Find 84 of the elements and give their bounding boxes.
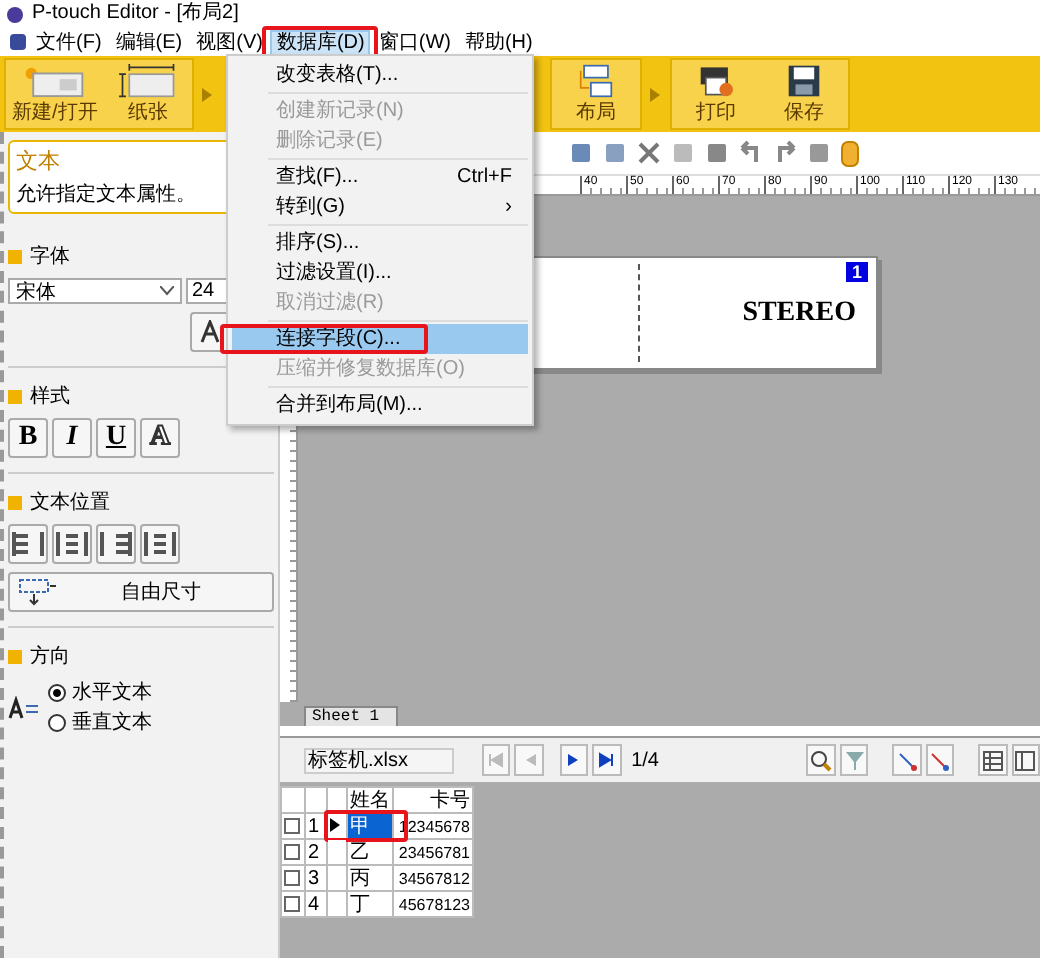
align-icon — [12, 528, 44, 560]
bold-button[interactable]: B — [8, 418, 48, 458]
section-marker-icon — [8, 389, 22, 403]
filter-icon — [843, 749, 866, 771]
section-heading: 样式 — [30, 383, 70, 410]
section-heading: 文本位置 — [30, 489, 110, 516]
object-number-badge: 1 — [845, 262, 868, 282]
outline-button[interactable]: A — [140, 418, 180, 458]
free-size-button[interactable]: 自由尺寸 — [8, 572, 274, 612]
redo-icon[interactable] — [772, 140, 798, 166]
grid-icon — [981, 749, 1004, 771]
row-checkbox[interactable] — [284, 818, 300, 834]
skip-back-icon — [488, 752, 505, 768]
sheet-tab[interactable]: Sheet 1 — [304, 706, 398, 726]
app-logo-icon — [6, 5, 24, 23]
form-view-button[interactable] — [1011, 744, 1040, 776]
file-name-field: 标签机.xlsx — [304, 747, 454, 773]
menu-item[interactable]: 转到(G) › — [232, 192, 528, 222]
skip-forward-icon — [598, 752, 615, 768]
menu-item[interactable]: 查找(F)... Ctrl+F — [232, 162, 528, 192]
menu-item[interactable]: 过滤设置(I)... — [232, 258, 528, 288]
play-icon — [565, 752, 582, 768]
row-checkbox[interactable] — [284, 870, 300, 886]
table-cell: 34567812 — [393, 865, 473, 891]
panel-title: 文本 — [16, 147, 62, 176]
section-marker-icon — [8, 249, 22, 263]
menu-item[interactable]: 编辑(E) — [109, 29, 189, 55]
section-marker-icon — [8, 649, 22, 663]
resize-icon — [18, 578, 58, 606]
sort-icon — [928, 749, 951, 771]
menu-item[interactable]: 合并到布局(M)... — [232, 390, 528, 420]
align-icon — [56, 528, 88, 560]
align-icon — [144, 528, 176, 560]
record-counter: 1/4 — [631, 749, 659, 771]
align-button[interactable] — [52, 524, 92, 564]
menu-item[interactable]: 帮助(H) — [458, 29, 539, 55]
font-select[interactable]: 宋体 — [8, 278, 182, 304]
ribbon-button[interactable]: 打印 — [671, 60, 760, 128]
align-button[interactable] — [8, 524, 48, 564]
underline-button[interactable]: U — [96, 418, 136, 458]
table-cell: 45678123 — [393, 891, 473, 917]
last-record-button[interactable] — [592, 744, 622, 776]
chevron-icon — [160, 286, 174, 296]
italic-button[interactable]: I — [52, 418, 92, 458]
align-button[interactable] — [96, 524, 136, 564]
database-icon[interactable] — [840, 139, 860, 167]
ribbon-button[interactable]: 纸张 — [103, 60, 192, 128]
row-checkbox[interactable] — [284, 844, 300, 860]
text-direction-icon — [8, 695, 40, 719]
ribbon-button[interactable]: 保存 — [759, 60, 848, 128]
ribbon-button[interactable]: 布局 — [551, 60, 640, 128]
section-marker-icon — [8, 495, 22, 509]
window-title: P-touch Editor - [布局2] — [32, 2, 239, 26]
new-label-icon — [20, 64, 89, 98]
sort-descending-button[interactable] — [925, 744, 955, 776]
section-heading: 方向 — [30, 643, 70, 670]
radio-button[interactable] — [48, 713, 66, 731]
radio-label: 水平文本 — [72, 679, 152, 706]
next-record-button[interactable] — [559, 744, 589, 776]
section-heading: 字体 — [30, 243, 70, 270]
document-icon — [8, 32, 28, 52]
sort-ascending-button[interactable] — [892, 744, 922, 776]
row-checkbox[interactable] — [284, 896, 300, 912]
menu-item[interactable]: 窗口(W) — [372, 29, 457, 55]
menu-item[interactable]: 视图(V) — [190, 29, 269, 55]
panel-icon — [1014, 749, 1037, 771]
back-icon — [521, 752, 537, 768]
label-text[interactable]: STEREO — [742, 297, 856, 329]
menu-item[interactable]: 排序(S)... — [232, 228, 528, 258]
radio-label: 垂直文本 — [72, 709, 152, 736]
menu-item[interactable]: 文件(F) — [30, 29, 108, 55]
menu-item[interactable]: 改变表格(T)... — [232, 60, 528, 90]
radio-button[interactable] — [48, 683, 66, 701]
sort-icon — [896, 749, 919, 771]
search-button[interactable] — [806, 744, 836, 776]
align-button[interactable] — [140, 524, 180, 564]
ribbon-button[interactable]: 新建/打开 — [6, 60, 104, 128]
undo-icon[interactable] — [738, 140, 764, 166]
search-icon — [810, 749, 833, 771]
panel-description: 允许指定文本属性。 — [16, 181, 198, 208]
align-icon — [100, 528, 132, 560]
cut-icon[interactable] — [636, 140, 662, 166]
grid-view-button[interactable] — [978, 744, 1008, 776]
letter-a-icon — [198, 320, 222, 344]
